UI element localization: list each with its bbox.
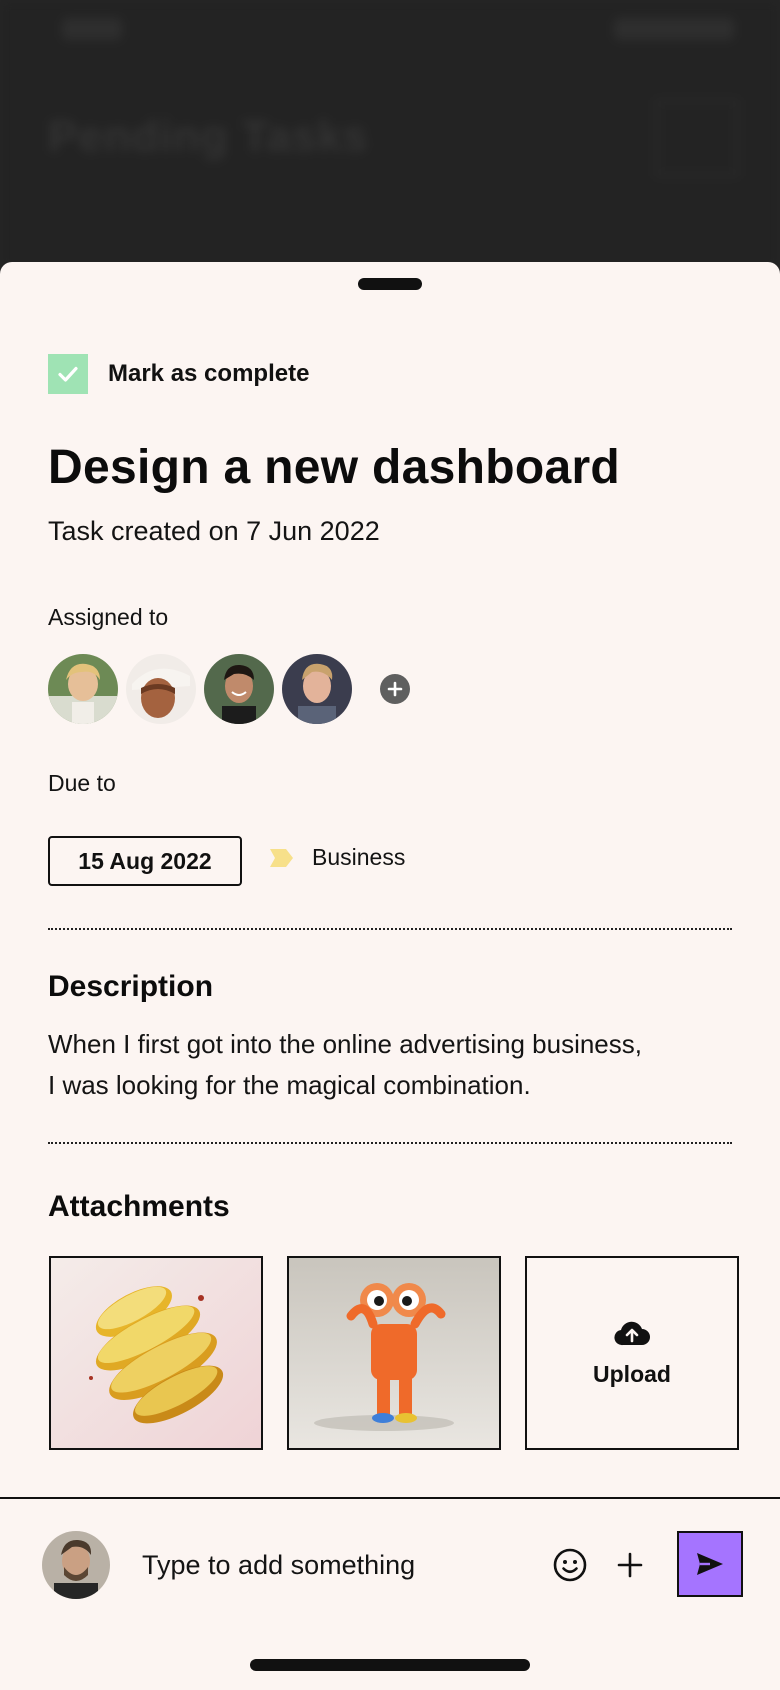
description-line: When I first got into the online adverti… xyxy=(48,1029,642,1059)
add-button[interactable] xyxy=(612,1547,648,1583)
task-detail-sheet: Mark as complete Design a new dashboard … xyxy=(0,262,780,1688)
smiley-icon xyxy=(553,1548,587,1582)
description-text: When I first got into the online adverti… xyxy=(48,1024,728,1106)
emoji-button[interactable] xyxy=(552,1547,588,1583)
due-date-label: Due to xyxy=(48,770,116,796)
send-button[interactable] xyxy=(677,1531,743,1597)
home-indicator[interactable] xyxy=(250,1659,530,1671)
description-line: I was looking for the magical combinatio… xyxy=(48,1070,531,1100)
plus-icon xyxy=(617,1552,643,1578)
assignee-avatar[interactable] xyxy=(48,654,118,724)
attachments-title: Attachments xyxy=(48,1190,230,1223)
tag-icon xyxy=(270,848,293,867)
plus-circle-icon xyxy=(387,681,403,697)
attachment-thumbnail[interactable] xyxy=(49,1256,263,1450)
task-title: Design a new dashboard xyxy=(48,441,621,494)
complete-checkbox[interactable] xyxy=(48,354,88,394)
assignee-list xyxy=(48,654,410,724)
assigned-to-label: Assigned to xyxy=(48,604,169,630)
category-tag[interactable]: Business xyxy=(268,844,405,871)
background-screen: Pending Tasks xyxy=(0,0,780,270)
background-button xyxy=(656,100,738,176)
background-page-title: Pending Tasks xyxy=(48,112,369,161)
attachments-list: Upload xyxy=(49,1256,739,1450)
description-title: Description xyxy=(48,970,214,1003)
current-user-avatar xyxy=(42,1531,110,1599)
check-icon xyxy=(58,366,78,382)
assignee-avatar[interactable] xyxy=(204,654,274,724)
assignee-avatar[interactable] xyxy=(126,654,196,724)
assignee-avatar[interactable] xyxy=(282,654,352,724)
cloud-upload-icon xyxy=(614,1321,650,1345)
upload-label: Upload xyxy=(593,1360,671,1387)
comment-input[interactable] xyxy=(142,1543,522,1587)
sheet-drag-handle[interactable] xyxy=(358,278,422,290)
mark-complete-label: Mark as complete xyxy=(108,360,310,387)
divider xyxy=(48,928,732,930)
send-icon xyxy=(697,1553,723,1575)
due-date-button[interactable]: 15 Aug 2022 xyxy=(48,836,242,886)
category-tag-label: Business xyxy=(312,844,406,870)
status-bar-icons xyxy=(614,18,734,40)
mark-complete-row[interactable]: Mark as complete xyxy=(48,354,309,394)
divider xyxy=(48,1142,732,1144)
upload-attachment-button[interactable]: Upload xyxy=(525,1256,739,1450)
add-assignee-button[interactable] xyxy=(380,674,410,704)
status-bar-time xyxy=(62,18,122,40)
task-created-date: Task created on 7 Jun 2022 xyxy=(48,516,380,546)
attachment-thumbnail[interactable] xyxy=(287,1256,501,1450)
